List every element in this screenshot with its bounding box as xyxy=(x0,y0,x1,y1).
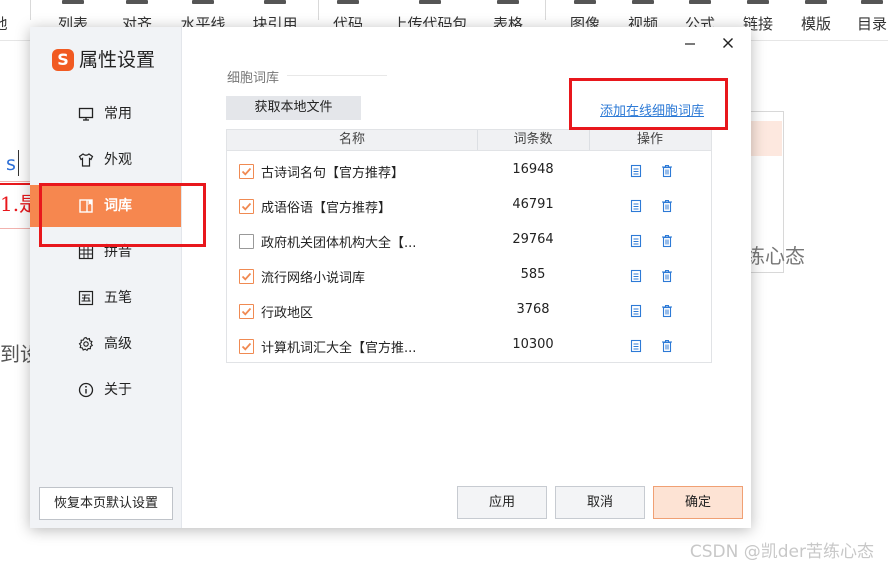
shirt-icon xyxy=(78,153,94,167)
row-count: 585 xyxy=(520,267,546,282)
section-title: 细胞词库 xyxy=(227,71,280,86)
monitor-icon xyxy=(78,107,94,121)
annotation-box-dictionary xyxy=(39,183,206,247)
image-icon xyxy=(574,0,596,4)
view-list-icon[interactable] xyxy=(630,199,642,213)
trash-icon[interactable] xyxy=(661,234,673,248)
toolbar-separator xyxy=(30,0,31,20)
trash-icon[interactable] xyxy=(661,339,673,353)
toolbar-toc-button[interactable]: 目录 xyxy=(852,0,888,40)
watermark: CSDN @凯der苦练心态 xyxy=(689,542,874,562)
trash-icon[interactable] xyxy=(661,304,673,318)
row-count: 16948 xyxy=(512,162,554,177)
toolbar-template-button[interactable]: 模版 xyxy=(796,0,836,40)
column-header-count: 词条数 xyxy=(513,132,553,147)
check-icon xyxy=(241,167,252,176)
bg-panel-highlight xyxy=(751,121,782,156)
section-divider xyxy=(287,75,387,76)
row-count: 29764 xyxy=(512,232,554,247)
trash-icon[interactable] xyxy=(661,199,673,213)
toolbar-item-0[interactable]: 地 xyxy=(0,0,10,40)
check-icon xyxy=(241,307,252,316)
column-header-name: 名称 xyxy=(338,132,365,147)
toolbar-separator xyxy=(545,0,546,20)
check-icon xyxy=(241,202,252,211)
row-checkbox[interactable] xyxy=(239,164,254,179)
minimize-icon[interactable] xyxy=(682,35,698,51)
bg-highlight-box xyxy=(0,181,31,229)
gear-icon xyxy=(78,336,94,352)
column-header-actions: 操作 xyxy=(636,132,663,147)
code-icon xyxy=(337,0,359,4)
sidebar-item-wubi[interactable]: 五笔 xyxy=(30,277,181,319)
annotation-box-add-online xyxy=(569,78,728,130)
table-icon xyxy=(497,0,519,4)
dictionary-table: 名称 词条数 操作 古诗词名句【官方推荐】 16948 成语俗语【官方推荐】 4… xyxy=(226,129,712,363)
row-checkbox[interactable] xyxy=(239,339,254,354)
row-name: 政府机关团体机构大全【... xyxy=(261,236,417,251)
text-cursor xyxy=(18,150,19,176)
view-list-icon[interactable] xyxy=(630,339,642,353)
apply-button[interactable]: 应用 xyxy=(457,486,547,519)
view-list-icon[interactable] xyxy=(630,234,642,248)
check-icon xyxy=(241,272,252,281)
row-checkbox[interactable] xyxy=(239,199,254,214)
reset-defaults-button[interactable]: 恢复本页默认设置 xyxy=(39,487,173,520)
row-checkbox[interactable] xyxy=(239,234,254,249)
table-row: 流行网络小说词库 585 xyxy=(227,259,711,294)
table-row: 成语俗语【官方推荐】 46791 xyxy=(227,189,711,224)
row-count: 10300 xyxy=(512,337,554,352)
link-icon xyxy=(747,0,769,4)
sidebar-item-common[interactable]: 常用 xyxy=(30,93,181,135)
bg-input-text: s xyxy=(6,153,16,175)
formula-icon xyxy=(689,0,711,4)
view-list-icon[interactable] xyxy=(630,269,642,283)
sidebar-item-about[interactable]: 关于 xyxy=(30,369,181,411)
table-row: 行政地区 3768 xyxy=(227,294,711,329)
view-list-icon[interactable] xyxy=(630,304,642,318)
upload-icon xyxy=(419,0,441,4)
row-name: 古诗词名句【官方推荐】 xyxy=(261,166,405,181)
align-icon xyxy=(126,0,148,4)
close-icon[interactable] xyxy=(720,35,736,51)
sogou-logo-icon: S xyxy=(52,49,74,71)
row-checkbox[interactable] xyxy=(239,304,254,319)
row-checkbox[interactable] xyxy=(239,269,254,284)
bg-right-text: 练心态 xyxy=(745,244,805,268)
ok-button[interactable]: 确定 xyxy=(653,486,743,519)
hr-icon xyxy=(192,0,214,4)
row-name: 流行网络小说词库 xyxy=(261,271,366,286)
get-local-file-button[interactable]: 获取本地文件 xyxy=(226,96,361,120)
row-count: 46791 xyxy=(512,197,554,212)
view-list-icon[interactable] xyxy=(630,164,642,178)
toc-icon xyxy=(861,0,883,4)
row-count: 3768 xyxy=(516,302,550,317)
wubi-icon xyxy=(78,290,94,306)
video-icon xyxy=(632,0,654,4)
settings-sidebar: S 属性设置 常用 外观 词库 拼音 五笔 高级 关于 恢复本页默认设置 xyxy=(30,27,182,528)
row-name: 成语俗语【官方推荐】 xyxy=(261,201,392,216)
check-icon xyxy=(241,342,252,351)
table-row: 计算机词汇大全【官方推... 10300 xyxy=(227,329,711,364)
trash-icon[interactable] xyxy=(661,269,673,283)
sidebar-item-advanced[interactable]: 高级 xyxy=(30,323,181,365)
row-name: 计算机词汇大全【官方推... xyxy=(261,341,417,356)
trash-icon[interactable] xyxy=(661,164,673,178)
toolbar-separator xyxy=(318,0,319,20)
sidebar-item-appearance[interactable]: 外观 xyxy=(30,139,181,181)
table-row: 古诗词名句【官方推荐】 16948 xyxy=(227,154,711,189)
row-name: 行政地区 xyxy=(261,306,314,321)
template-icon xyxy=(805,0,827,4)
quote-icon xyxy=(264,0,286,4)
table-row: 政府机关团体机构大全【... 29764 xyxy=(227,224,711,259)
info-icon xyxy=(78,382,94,398)
cancel-button[interactable]: 取消 xyxy=(555,486,645,519)
list-icon xyxy=(62,0,84,4)
table-header: 名称 词条数 操作 xyxy=(227,130,711,151)
dialog-title: 属性设置 xyxy=(79,49,156,71)
bg-input-box: s xyxy=(0,143,30,185)
